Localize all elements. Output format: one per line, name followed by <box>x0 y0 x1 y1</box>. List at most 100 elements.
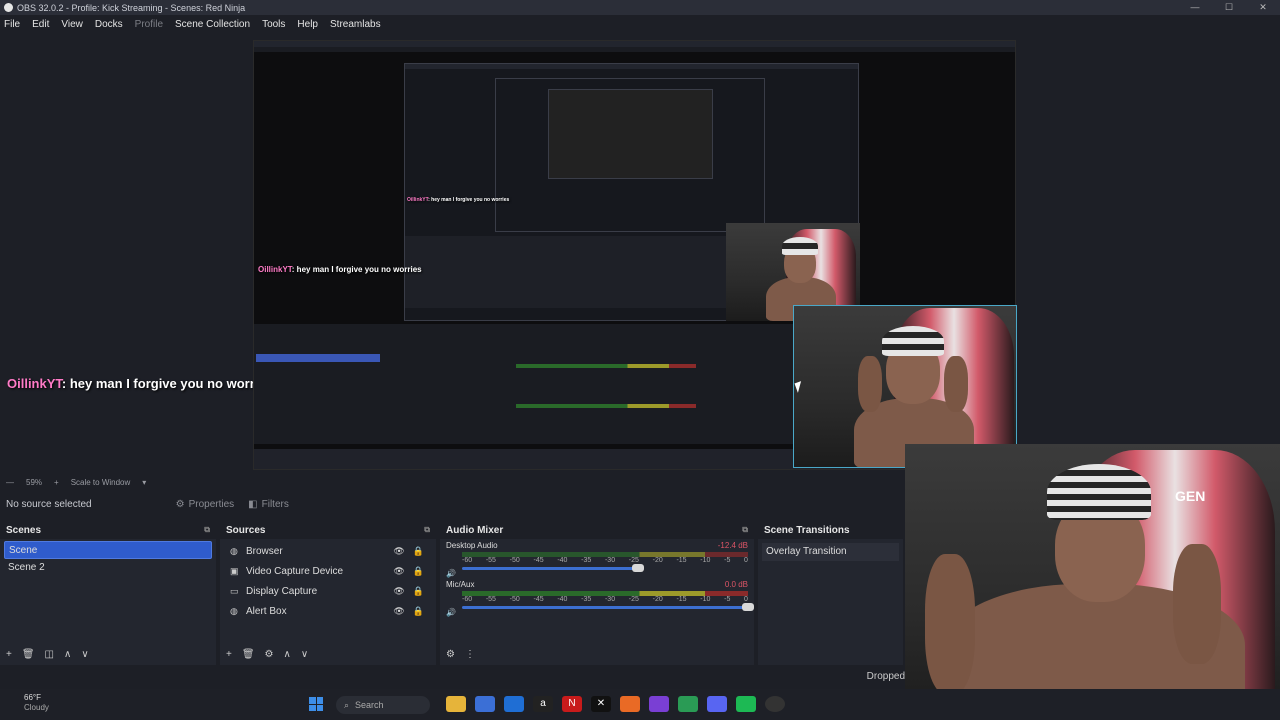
minimize-button[interactable]: — <box>1178 0 1212 15</box>
lock-icon[interactable]: 🔒 <box>413 586 424 597</box>
x-icon[interactable]: ✕ <box>591 696 611 712</box>
scale-mode-select[interactable]: Scale to Window <box>71 478 131 487</box>
speaker-icon[interactable]: 🔊 <box>446 569 456 578</box>
zoom-plus-icon[interactable]: + <box>54 478 59 487</box>
menu-scene-collection[interactable]: Scene Collection <box>175 19 250 30</box>
discord-icon[interactable] <box>707 696 727 712</box>
move-up-icon[interactable]: ∧ <box>284 649 291 660</box>
source-label: Alert Box <box>246 605 287 617</box>
chevron-down-icon[interactable]: ▾ <box>142 478 146 487</box>
undock-icon[interactable]: ⧉ <box>424 525 430 535</box>
scale-tick: -60 <box>462 596 473 603</box>
lock-icon[interactable]: 🔒 <box>413 566 424 577</box>
track-name: Mic/Aux <box>446 580 475 589</box>
nested-menubar <box>254 47 1015 52</box>
weather-widget[interactable]: 66°F Cloudy <box>24 693 49 713</box>
visibility-eye-icon[interactable]: 👁 <box>393 566 404 577</box>
chrome-icon[interactable] <box>678 696 698 712</box>
add-source-icon[interactable]: + <box>226 649 232 660</box>
speaker-icon[interactable]: 🔊 <box>446 608 456 617</box>
remove-scene-icon[interactable]: 🗑 <box>22 649 35 660</box>
visibility-eye-icon[interactable]: 👁 <box>393 546 404 557</box>
zoom-minus-icon[interactable]: — <box>6 478 14 487</box>
obs-logo-icon <box>4 3 13 12</box>
mixer-settings-icon[interactable]: ⚙ <box>446 649 455 660</box>
scale-tick: -35 <box>581 557 592 564</box>
nested-docks-strip <box>254 324 794 444</box>
move-down-icon[interactable]: ∨ <box>81 649 88 660</box>
source-item-browser[interactable]: ◍ Browser 👁 🔒 <box>224 541 432 561</box>
properties-button[interactable]: ⚙ Properties <box>176 499 235 510</box>
nested-chat-overlay-2: OillinkYT: hey man I forgive you no worr… <box>407 197 509 203</box>
file-explorer-icon[interactable] <box>446 696 466 712</box>
menu-view[interactable]: View <box>61 19 83 30</box>
outlook-icon[interactable] <box>504 696 524 712</box>
scenes-dock-footer: + 🗑 ◫ ∧ ∨ <box>0 643 216 665</box>
window-title: OBS 32.0.2 - Profile: Kick Streaming - S… <box>17 2 246 13</box>
scenes-dock: Scenes ⧉ Scene Scene 2 + 🗑 ◫ ∧ ∨ <box>0 521 218 665</box>
volume-slider[interactable] <box>462 603 754 611</box>
source-toolbar: No source selected ⚙ Properties ◧ Filters <box>0 492 905 516</box>
scene-item-scene[interactable]: Scene <box>4 541 212 559</box>
visibility-eye-icon[interactable]: 👁 <box>393 586 404 597</box>
chat-overlay: OillinkYT: hey man I forgive you no worr… <box>7 376 273 391</box>
nested-preview-inner <box>495 78 765 232</box>
close-button[interactable]: ✕ <box>1246 0 1280 15</box>
maximize-button[interactable]: ☐ <box>1212 0 1246 15</box>
firefox-icon[interactable] <box>620 696 640 712</box>
menu-help[interactable]: Help <box>297 19 318 30</box>
sources-dock-title: Sources ⧉ <box>220 521 436 539</box>
store-icon[interactable] <box>475 696 495 712</box>
slider-handle[interactable] <box>742 603 754 611</box>
undock-icon[interactable]: ⧉ <box>204 525 210 535</box>
amazon-icon[interactable]: a <box>533 696 553 712</box>
preview-zoom-bar: — 59% + Scale to Window ▾ <box>0 475 905 489</box>
spotify-icon[interactable] <box>736 696 756 712</box>
status-bar: Dropped <box>0 667 905 689</box>
lock-icon[interactable]: 🔒 <box>413 546 424 557</box>
audio-mixer-title: Audio Mixer <box>446 524 504 536</box>
menu-tools[interactable]: Tools <box>262 19 285 30</box>
source-item-video-capture[interactable]: ▣ Video Capture Device 👁 🔒 <box>224 561 432 581</box>
menu-edit[interactable]: Edit <box>32 19 49 30</box>
move-up-icon[interactable]: ∧ <box>64 649 71 660</box>
remove-source-icon[interactable]: 🗑 <box>242 649 255 660</box>
scale-tick: -20 <box>652 557 663 564</box>
more-options-icon[interactable]: ⋮ <box>465 649 475 660</box>
visibility-eye-icon[interactable]: 👁 <box>393 606 404 617</box>
taskbar-search[interactable]: ⌕ Search <box>336 696 430 714</box>
move-down-icon[interactable]: ∨ <box>301 649 308 660</box>
filters-button[interactable]: ◧ Filters <box>248 499 289 510</box>
scene-filters-icon[interactable]: ◫ <box>45 649 54 660</box>
transition-select[interactable]: Overlay Transition <box>762 543 899 561</box>
scene-transitions-title: Scene Transitions <box>764 524 850 536</box>
source-item-alert-box[interactable]: ◍ Alert Box 👁 🔒 <box>224 601 432 621</box>
obs-taskbar-icon[interactable] <box>765 696 785 712</box>
twitch-icon[interactable] <box>649 696 669 712</box>
add-scene-icon[interactable]: + <box>6 649 12 660</box>
menu-streamlabs[interactable]: Streamlabs <box>330 19 381 30</box>
menu-docks[interactable]: Docks <box>95 19 123 30</box>
windows-start-icon[interactable] <box>309 697 323 711</box>
chat-message: : hey man I forgive you no worries <box>61 376 273 391</box>
audio-mixer-footer: ⚙ ⋮ <box>440 643 754 665</box>
slider-handle[interactable] <box>632 564 644 572</box>
source-label: Video Capture Device <box>246 565 344 577</box>
source-settings-icon[interactable]: ⚙ <box>265 649 274 660</box>
volume-slider[interactable] <box>462 564 644 572</box>
zoom-level: 59% <box>26 477 43 487</box>
sources-dock: Sources ⧉ ◍ Browser 👁 🔒 ▣ Video Capture Devic… <box>220 521 438 665</box>
undock-icon[interactable]: ⧉ <box>742 525 748 535</box>
scale-tick: -45 <box>533 596 544 603</box>
scene-item-scene-2[interactable]: Scene 2 <box>4 559 212 577</box>
scale-tick: -15 <box>676 557 687 564</box>
temperature: 66°F <box>24 693 41 702</box>
scale-tick: -10 <box>700 596 711 603</box>
globe-icon: ◍ <box>230 546 238 556</box>
menu-profile[interactable]: Profile <box>135 19 163 30</box>
netflix-icon[interactable]: N <box>562 696 582 712</box>
lock-icon[interactable]: 🔒 <box>413 606 424 617</box>
menu-file[interactable]: File <box>4 19 20 30</box>
source-item-display-capture[interactable]: ▭ Display Capture 👁 🔒 <box>224 581 432 601</box>
scenes-dock-title: Scenes ⧉ <box>0 521 216 539</box>
